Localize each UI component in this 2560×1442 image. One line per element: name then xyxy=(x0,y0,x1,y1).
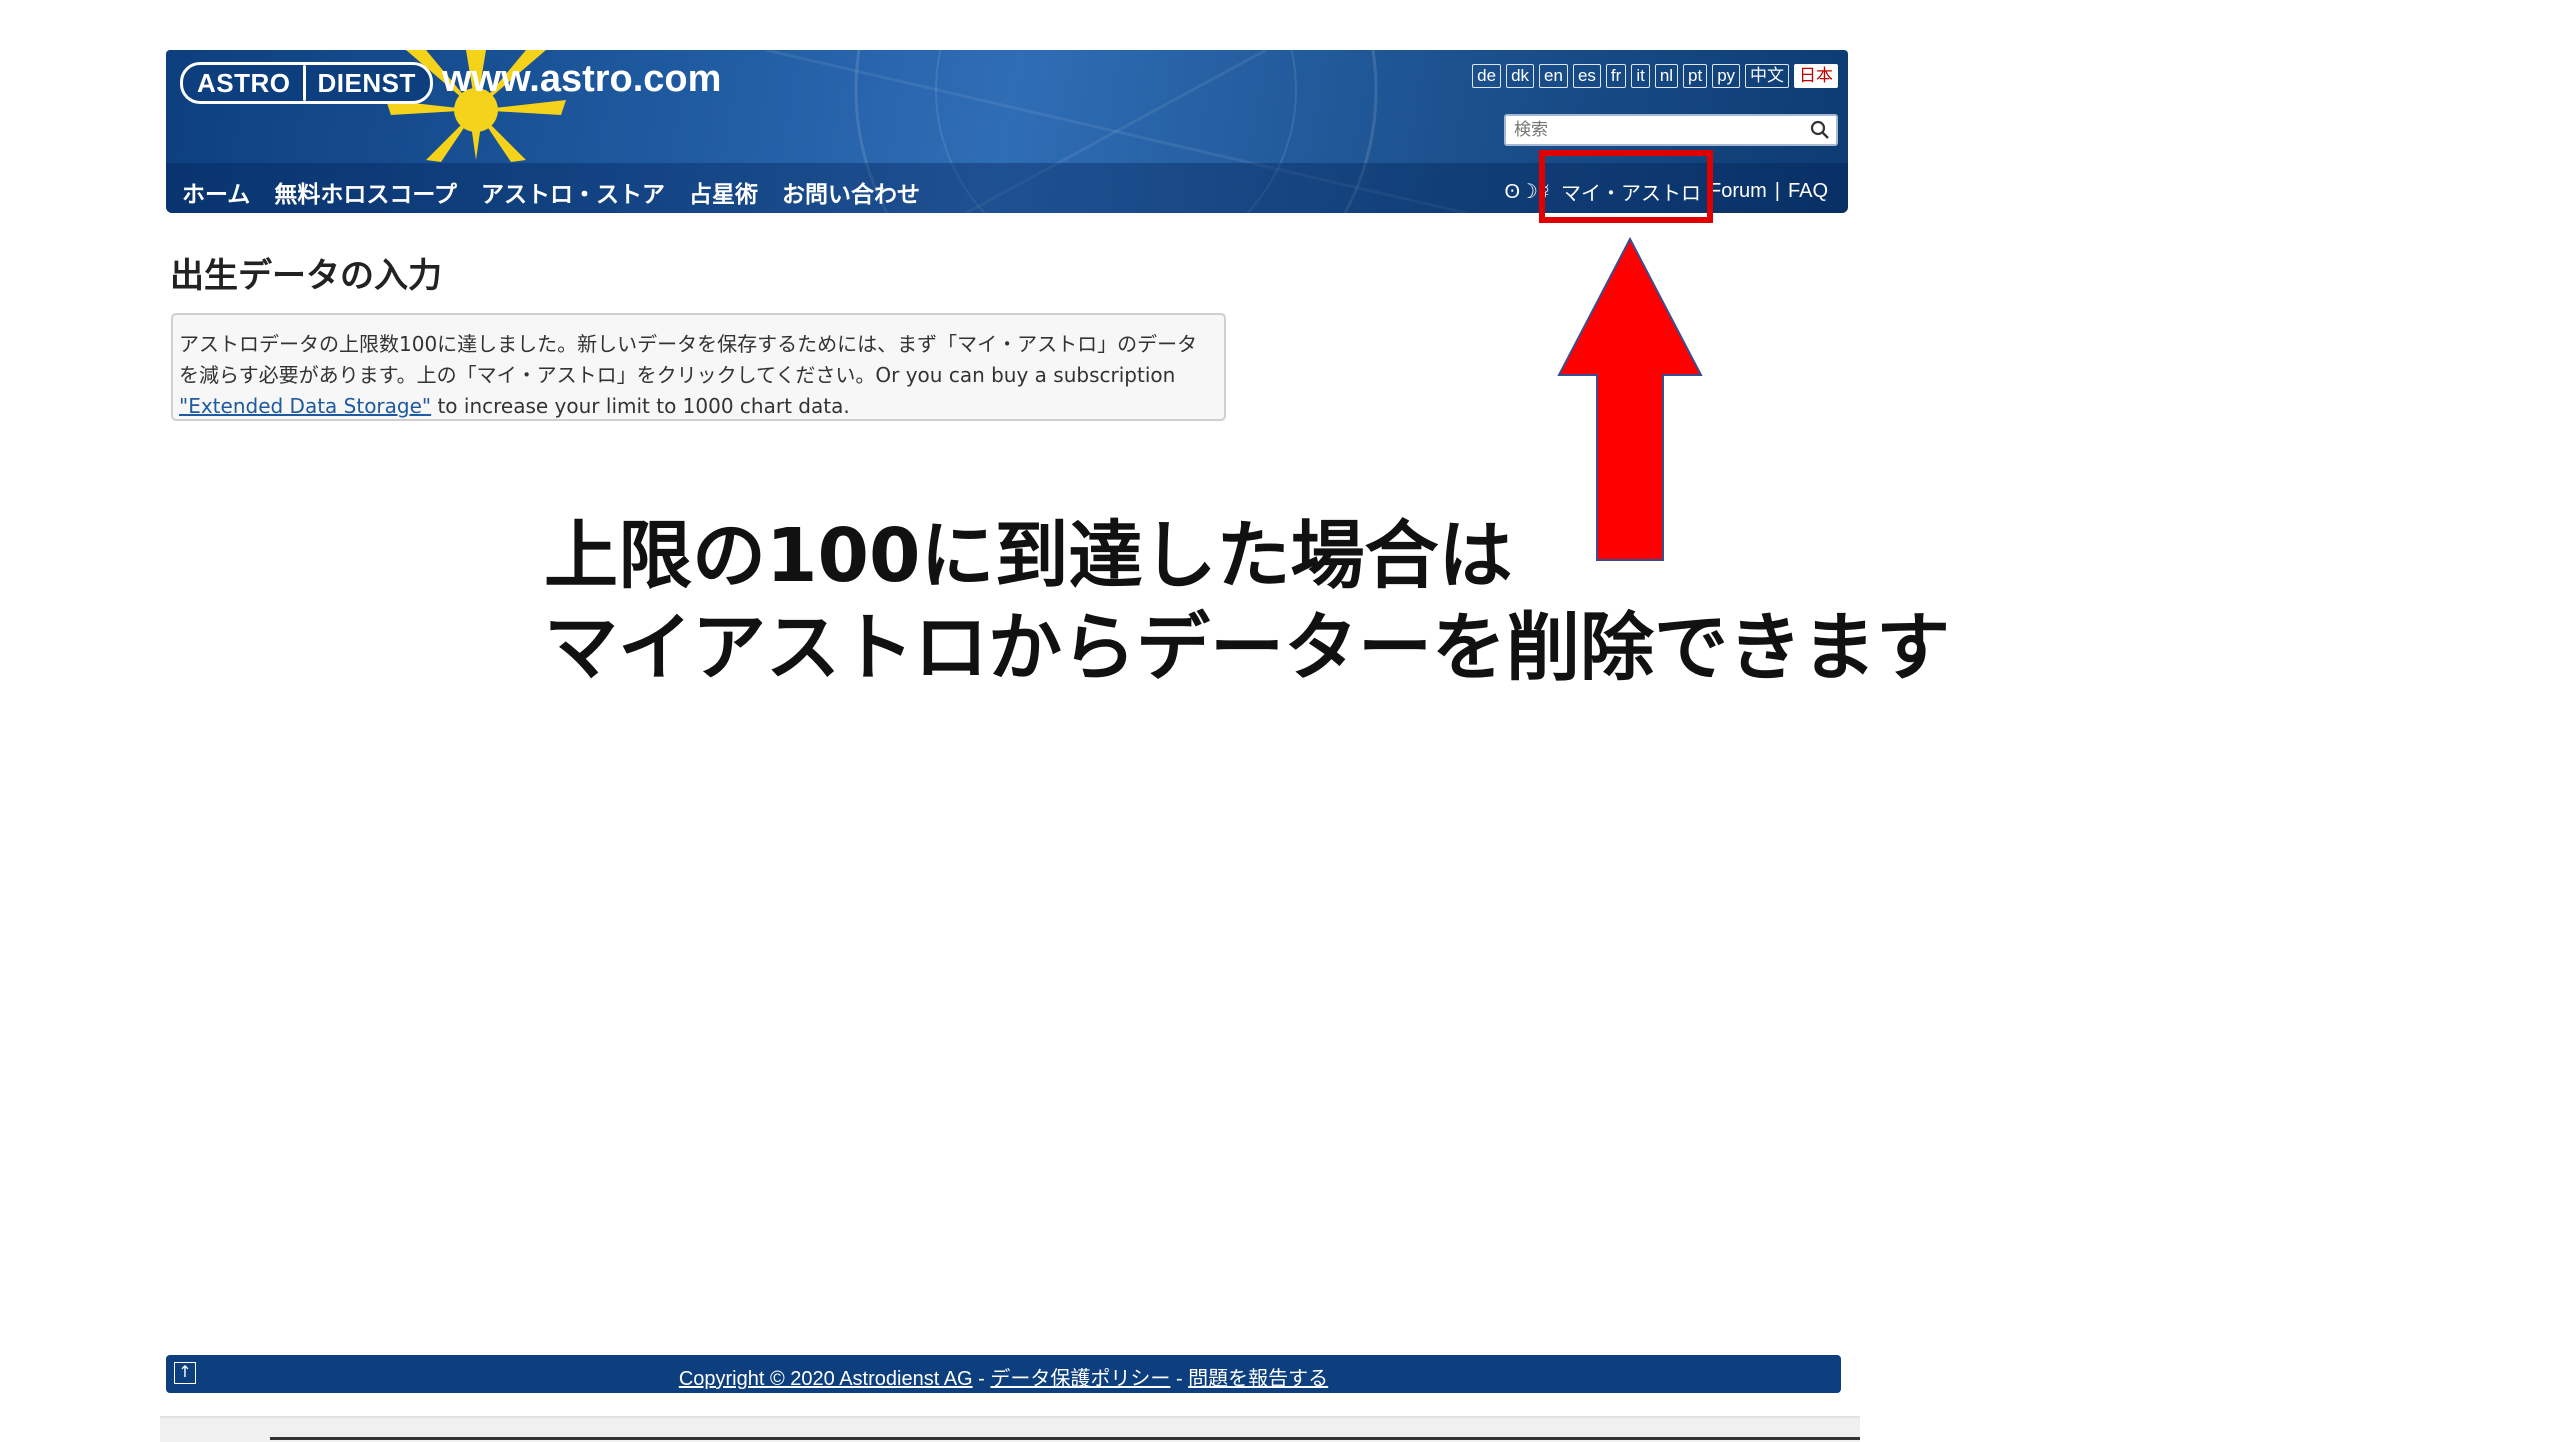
notice-line-1: アストロデータの上限数100に達しました。新しいデータを保存するためには、まず「… xyxy=(179,332,1198,356)
notice-line-2: を減らす必要があります。上の「マイ・アストロ」をクリックしてください。Or yo… xyxy=(179,363,1176,387)
annotation-line-1: 上限の100に到達した場合は xyxy=(544,513,1513,599)
language-selector: de dk en es fr it nl pt ру 中文 日本 xyxy=(1472,64,1838,88)
nav-separator: | xyxy=(1774,180,1780,202)
search-input[interactable] xyxy=(1506,118,1792,142)
lang-dk[interactable]: dk xyxy=(1506,64,1535,88)
nav-free-horoscopes[interactable]: 無料ホロスコープ xyxy=(274,175,457,209)
footer-links: Copyright © 2020 Astrodienst AG - データ保護ポ… xyxy=(166,1362,1841,1391)
data-limit-notice: アストロデータの上限数100に達しました。新しいデータを保存するためには、まず「… xyxy=(171,313,1226,421)
footer-separator-2: - xyxy=(1170,1368,1189,1390)
lang-zh[interactable]: 中文 xyxy=(1745,64,1789,88)
lang-ru[interactable]: ру xyxy=(1712,64,1740,88)
astrodienst-logo[interactable]: ASTRO DIENST xyxy=(180,62,433,104)
my-astro-highlight-box xyxy=(1539,150,1713,223)
lang-de[interactable]: de xyxy=(1472,64,1502,88)
nav-faq[interactable]: FAQ xyxy=(1788,180,1828,203)
lang-pt[interactable]: pt xyxy=(1683,64,1708,88)
site-url-link[interactable]: www.astro.com xyxy=(442,58,721,101)
notice-line-3-text: to increase your limit to 1000 chart dat… xyxy=(431,394,850,418)
nav-astrology[interactable]: 占星術 xyxy=(689,175,758,209)
notice-line-3: "Extended Data Storage" to increase your… xyxy=(179,391,1218,422)
annotation-line-2: マイアストロからデーターを削除できます xyxy=(544,605,1950,691)
site-footer: ↑ Copyright © 2020 Astrodienst AG - データ保… xyxy=(166,1355,1841,1393)
footer-separator-1: - xyxy=(972,1368,991,1390)
nav-home[interactable]: ホーム xyxy=(182,175,250,209)
nav-astro-store[interactable]: アストロ・ストア xyxy=(481,175,665,209)
logo-text-dienst: DIENST xyxy=(317,67,416,98)
search-icon[interactable] xyxy=(1810,120,1830,140)
copyright-link[interactable]: Copyright © 2020 Astrodienst AG xyxy=(679,1368,973,1390)
lang-it[interactable]: it xyxy=(1631,64,1650,88)
nav-forum[interactable]: Forum xyxy=(1709,180,1767,203)
lang-ja[interactable]: 日本 xyxy=(1794,64,1838,88)
lang-es[interactable]: es xyxy=(1572,64,1601,88)
lang-nl[interactable]: nl xyxy=(1654,64,1679,88)
search-box xyxy=(1504,114,1838,146)
lang-en[interactable]: en xyxy=(1539,64,1568,88)
lang-fr[interactable]: fr xyxy=(1605,64,1627,88)
page-title: 出生データの入力 xyxy=(170,256,442,296)
privacy-policy-link[interactable]: データ保護ポリシー xyxy=(990,1368,1170,1390)
report-problem-link[interactable]: 問題を報告する xyxy=(1188,1368,1328,1390)
annotation-caption: 上限の100に到達した場合は マイアストロからデーターを削除できます xyxy=(544,510,1950,694)
logo-text-astro: ASTRO xyxy=(197,67,291,98)
extended-data-storage-link[interactable]: "Extended Data Storage" xyxy=(179,394,431,418)
nav-contact[interactable]: お問い合わせ xyxy=(782,175,920,209)
